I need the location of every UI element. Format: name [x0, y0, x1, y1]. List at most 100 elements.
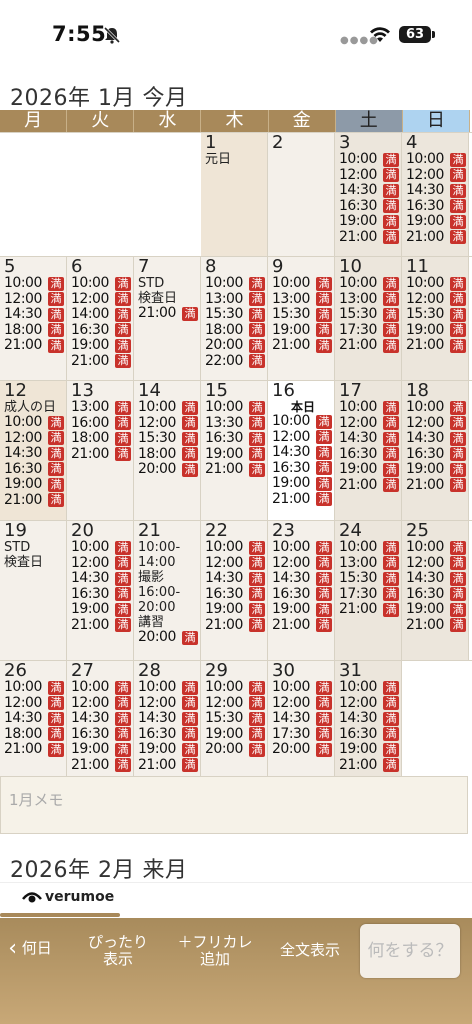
- time-slot[interactable]: 16:30 満: [272, 460, 334, 477]
- time-slot[interactable]: 19:00 満: [4, 477, 66, 493]
- add-furikana-button[interactable]: ＋フリカレ 追加: [170, 934, 260, 968]
- time-slot[interactable]: 18:00 満: [4, 726, 66, 743]
- day-cell-3[interactable]: 3 10:00 満 12:00 満 14:30 満 16:30 満 19:00 満 21:00 満: [335, 133, 402, 256]
- time-slot[interactable]: 21:00 満: [406, 617, 468, 634]
- time-slot[interactable]: 10:00 満: [4, 680, 66, 696]
- time-slot[interactable]: 10:00 満: [406, 276, 468, 292]
- time-slot[interactable]: 12:00 満: [71, 291, 133, 308]
- time-slot[interactable]: 18:00 満: [138, 446, 200, 463]
- time-slot[interactable]: 10:00 満: [71, 540, 133, 556]
- time-slot[interactable]: 21:00 満: [205, 617, 267, 634]
- day-cell-7[interactable]: 7 STD 検査日 21:00 満: [134, 257, 201, 380]
- time-slot[interactable]: 14:30 満: [406, 183, 468, 199]
- time-slot[interactable]: 16:30 満: [71, 586, 133, 603]
- time-slot[interactable]: 21:00 満: [339, 757, 401, 774]
- time-slot[interactable]: 19:00 満: [272, 322, 334, 339]
- day-cell-31[interactable]: 31 10:00 満 12:00 満 14:30 満 16:30 満 19:00 満 21:00 満: [335, 661, 402, 782]
- time-slot[interactable]: 10:00 満: [272, 276, 334, 292]
- time-slot[interactable]: 12:00 満: [339, 167, 401, 184]
- time-slot[interactable]: 21:00 満: [406, 338, 468, 354]
- time-slot[interactable]: 19:00 満: [406, 322, 468, 339]
- back-button[interactable]: ‹ 何日: [0, 938, 60, 960]
- time-slot[interactable]: 16:30 満: [71, 322, 133, 339]
- time-slot[interactable]: 10:00 満: [406, 400, 468, 416]
- time-slot[interactable]: 10:00 満: [339, 680, 401, 696]
- time-slot[interactable]: 13:00 満: [272, 291, 334, 308]
- time-slot[interactable]: 21:00 満: [339, 602, 401, 618]
- time-slot[interactable]: 12:00 満: [4, 695, 66, 712]
- time-slot[interactable]: 13:00 満: [339, 291, 401, 308]
- time-slot[interactable]: 16:30 満: [272, 586, 334, 603]
- time-slot[interactable]: 14:30 満: [272, 711, 334, 727]
- time-slot[interactable]: 10:00 満: [4, 415, 66, 431]
- day-cell-27[interactable]: 27 10:00 満 12:00 満 14:30 満 16:30 満 19:00 満 21:00 満: [67, 661, 134, 782]
- time-slot[interactable]: 21:00 満: [272, 338, 334, 354]
- day-cell-9[interactable]: 9 10:00 満 13:00 満 15:30 満 19:00 満 21:00 満: [268, 257, 335, 380]
- time-slot[interactable]: 15:30 満: [339, 307, 401, 323]
- time-slot[interactable]: 14:00 満: [71, 307, 133, 323]
- time-slot[interactable]: 19:00 満: [272, 476, 334, 492]
- time-slot[interactable]: 13:00 満: [71, 400, 133, 416]
- time-slot[interactable]: 12:00 満: [71, 695, 133, 712]
- time-slot[interactable]: 15:30 満: [205, 711, 267, 727]
- time-slot[interactable]: 12:00 満: [339, 695, 401, 712]
- time-slot[interactable]: 12:00 満: [272, 429, 334, 446]
- time-slot[interactable]: 21:00 満: [339, 229, 401, 246]
- day-cell-25[interactable]: 25 10:00 満 12:00 満 14:30 満 16:30 満 19:00 満 21:00 満: [402, 521, 469, 660]
- time-slot[interactable]: 19:00 満: [71, 602, 133, 618]
- time-slot[interactable]: 16:00 満: [71, 415, 133, 432]
- time-slot[interactable]: 19:00 満: [205, 726, 267, 743]
- day-cell-19[interactable]: 19 STD 検査日: [0, 521, 67, 660]
- time-slot[interactable]: 10:00 満: [205, 276, 267, 292]
- day-cell-5[interactable]: 5 10:00 満 12:00 満 14:30 満 18:00 満 21:00 満: [0, 257, 67, 380]
- time-slot[interactable]: 19:00 満: [339, 214, 401, 230]
- day-cell-15[interactable]: 15 10:00 満 13:30 満 16:30 満 19:00 満 21:00 満: [201, 381, 268, 520]
- day-cell-20[interactable]: 20 10:00 満 12:00 満 14:30 満 16:30 満 19:00 満 21:00 満: [67, 521, 134, 660]
- time-slot[interactable]: 12:00 満: [4, 291, 66, 308]
- time-slot[interactable]: 15:30 満: [406, 307, 468, 323]
- time-slot[interactable]: 21:00 満: [71, 446, 133, 463]
- time-slot[interactable]: 21:00 満: [406, 229, 468, 246]
- time-slot[interactable]: 17:30 満: [339, 322, 401, 339]
- time-slot[interactable]: 10:00 満: [339, 152, 401, 168]
- day-cell-2[interactable]: 2: [268, 133, 335, 256]
- time-slot[interactable]: 21:00 満: [4, 492, 66, 509]
- fit-view-button[interactable]: ぴったり 表示: [80, 934, 156, 968]
- time-slot[interactable]: 16:30 満: [339, 726, 401, 743]
- month-memo-field[interactable]: 1月メモ: [0, 776, 468, 834]
- time-slot[interactable]: 16:30 満: [205, 586, 267, 603]
- day-cell-23[interactable]: 23 10:00 満 12:00 満 14:30 満 16:30 満 19:00 満 21:00 満: [268, 521, 335, 660]
- time-slot[interactable]: 10:00 満: [272, 414, 334, 430]
- time-slot[interactable]: 16:30 満: [406, 446, 468, 463]
- time-slot[interactable]: 19:00 満: [406, 214, 468, 230]
- time-slot[interactable]: 10:00 満: [406, 540, 468, 556]
- day-cell-8[interactable]: 8 10:00 満 13:00 満 15:30 満 18:00 満 20:00 満 22:00 満: [201, 257, 268, 380]
- time-slot[interactable]: 16:30 満: [406, 586, 468, 603]
- time-slot[interactable]: 17:30 満: [339, 586, 401, 603]
- time-slot[interactable]: 21:00 満: [71, 353, 133, 370]
- time-slot[interactable]: 14:30 満: [406, 431, 468, 447]
- time-slot[interactable]: 21:00 満: [71, 617, 133, 634]
- time-slot[interactable]: 21:00 満: [138, 306, 200, 322]
- time-slot[interactable]: 15:30 満: [138, 431, 200, 447]
- time-slot[interactable]: 13:00 満: [339, 555, 401, 572]
- time-slot[interactable]: 13:30 満: [205, 415, 267, 432]
- time-slot[interactable]: 19:00 満: [205, 446, 267, 463]
- time-slot[interactable]: 10:00 満: [205, 540, 267, 556]
- time-slot[interactable]: 12:00 満: [205, 555, 267, 572]
- time-slot[interactable]: 16:30 満: [205, 431, 267, 447]
- time-slot[interactable]: 12:00 満: [406, 555, 468, 572]
- time-slot[interactable]: 16:30 満: [71, 726, 133, 743]
- time-slot[interactable]: 18:00 満: [71, 431, 133, 447]
- time-slot[interactable]: 14:30 満: [272, 571, 334, 587]
- time-slot[interactable]: 15:30 満: [272, 307, 334, 323]
- time-slot[interactable]: 16:30 満: [138, 726, 200, 743]
- time-slot[interactable]: 14:30 満: [406, 571, 468, 587]
- time-slot[interactable]: 21:00 満: [272, 491, 334, 508]
- time-slot[interactable]: 20:00 満: [138, 630, 200, 646]
- day-cell-12[interactable]: 12 成人の日 10:00 満 12:00 満 14:30 満 16:30 満 19:00 満 21:0…: [0, 381, 67, 520]
- time-slot[interactable]: 14:30 満: [4, 446, 66, 462]
- time-slot[interactable]: 10:00 満: [71, 680, 133, 696]
- time-slot[interactable]: 16:30 満: [4, 461, 66, 478]
- time-slot[interactable]: 10:00 満: [138, 680, 200, 696]
